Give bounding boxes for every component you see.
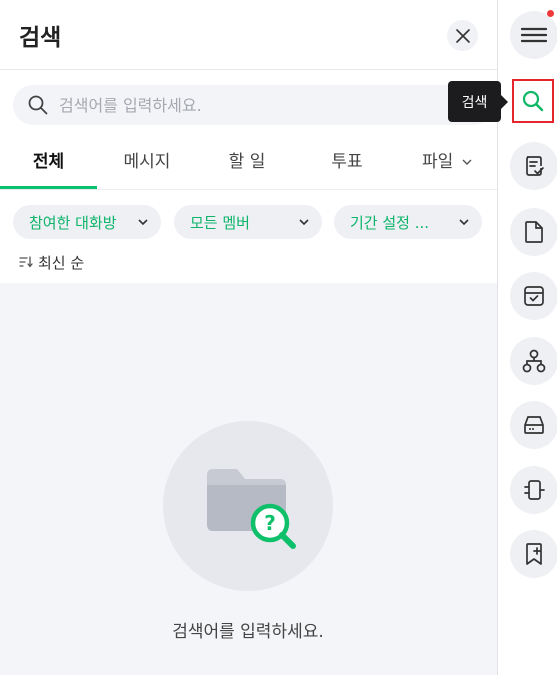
- rail-document-button[interactable]: [510, 208, 557, 256]
- chevron-down-icon: [138, 219, 148, 226]
- bookmark-icon: [526, 543, 542, 565]
- close-button[interactable]: [447, 20, 478, 51]
- rail-org-button[interactable]: [510, 337, 557, 385]
- drive-icon: [524, 416, 544, 434]
- close-icon: [455, 28, 470, 43]
- rail-bookmark-button[interactable]: [510, 530, 557, 578]
- filter-date-range[interactable]: 기간 설정 ...: [334, 205, 482, 239]
- filter-chat-room[interactable]: 참여한 대화방: [13, 205, 161, 239]
- search-panel: 검색 전체 메시지 할 일 투표 파일 참여한 대화방: [0, 0, 498, 675]
- search-input[interactable]: [59, 85, 479, 125]
- sort-label: 최신 순: [38, 253, 85, 272]
- menu-button[interactable]: [510, 11, 557, 59]
- sort-icon: [19, 256, 33, 268]
- tab-files-label: 파일: [422, 152, 454, 172]
- svg-text:?: ?: [264, 511, 276, 535]
- org-chart-icon: [522, 349, 546, 373]
- rail-drive-button[interactable]: [510, 401, 557, 449]
- tab-todo[interactable]: 할 일: [197, 140, 297, 190]
- archive-box-icon: [524, 286, 544, 306]
- tab-bar: 전체 메시지 할 일 투표 파일: [0, 140, 498, 190]
- filter-members[interactable]: 모든 멤버: [174, 205, 322, 239]
- rail-archive-button[interactable]: [510, 272, 557, 320]
- tooltip: 검색: [448, 81, 501, 122]
- todo-list-icon: [526, 156, 544, 176]
- rail-search-button[interactable]: [512, 79, 554, 123]
- sort-button[interactable]: 최신 순: [19, 251, 84, 273]
- rail-todo-button[interactable]: [510, 142, 557, 190]
- tab-messages[interactable]: 메시지: [97, 140, 197, 190]
- rail-plugin-button[interactable]: [510, 466, 557, 514]
- document-icon: [525, 221, 543, 243]
- chevron-down-icon: [462, 159, 472, 165]
- filter-members-label: 모든 멤버: [190, 213, 250, 232]
- folder-search-icon: ?: [207, 469, 296, 549]
- plugin-icon: [524, 480, 545, 500]
- search-icon: [522, 90, 544, 112]
- active-tab-indicator: [0, 186, 97, 189]
- chevron-down-icon: [299, 219, 309, 226]
- filter-chat-room-label: 참여한 대화방: [29, 213, 117, 232]
- search-icon: [28, 95, 48, 115]
- empty-state-illustration: ?: [163, 421, 333, 591]
- panel-header: 검색: [0, 0, 498, 70]
- filter-date-range-label: 기간 설정 ...: [350, 213, 430, 232]
- chevron-down-icon: [459, 219, 469, 226]
- tab-files[interactable]: 파일: [410, 140, 490, 190]
- tab-vote[interactable]: 투표: [297, 140, 397, 190]
- empty-state-message: 검색어를 입력하세요.: [172, 622, 324, 642]
- page-title: 검색: [19, 25, 62, 51]
- notification-dot: [547, 10, 554, 17]
- tab-all[interactable]: 전체: [0, 140, 97, 190]
- tooltip-arrow: [500, 94, 508, 110]
- search-box[interactable]: [13, 85, 493, 125]
- menu-icon: [521, 27, 547, 43]
